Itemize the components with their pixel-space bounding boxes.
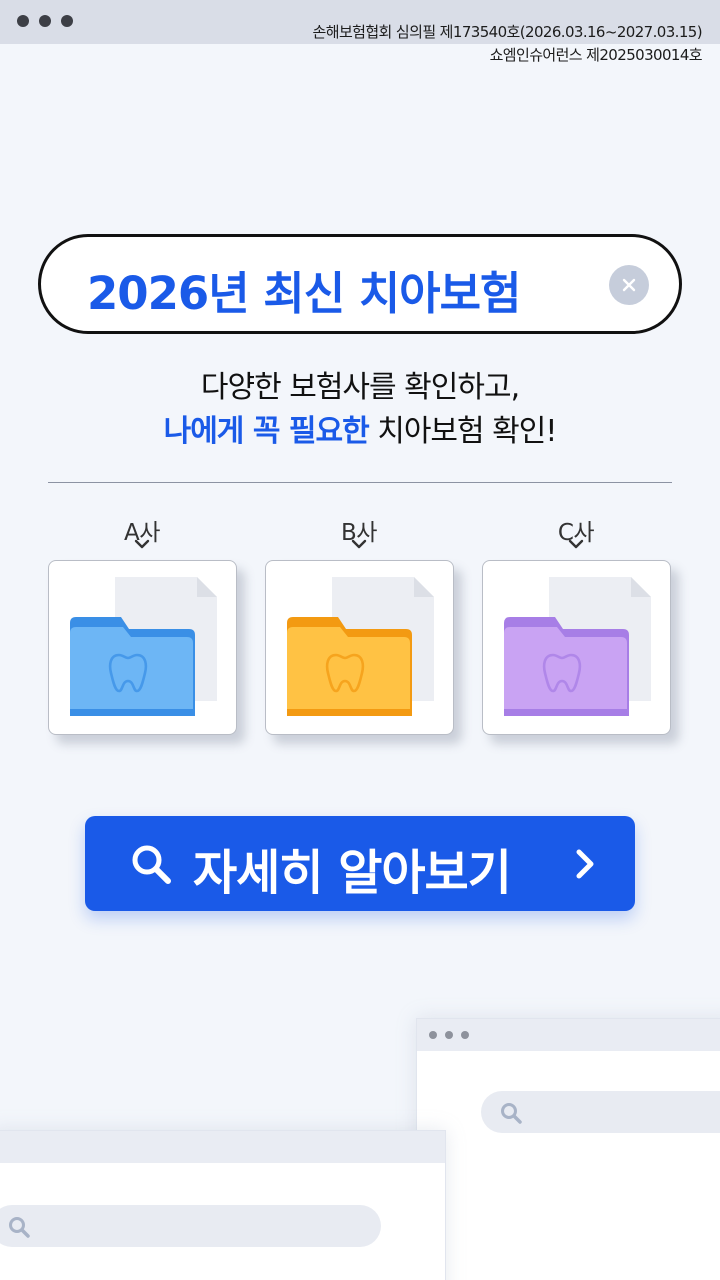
legal-notice: 손해보험협회 심의필 제173540호(2026.03.16~2027.03.1… <box>312 21 703 67</box>
legal-notice-line: 손해보험협회 심의필 제173540호(2026.03.16~2027.03.1… <box>312 23 703 41</box>
search-icon <box>501 1103 522 1124</box>
window-dot-icon <box>461 1031 469 1039</box>
headline-rest: 치아보험 확인! <box>368 414 557 449</box>
search-query[interactable]: 2026년 최신 치아보험 <box>87 257 521 322</box>
window-dot-icon <box>445 1031 453 1039</box>
tooth-folder-icon <box>70 577 217 716</box>
tooth-folder-icon <box>287 577 434 716</box>
decorative-browser-window <box>416 1018 720 1280</box>
window-dot-icon[interactable] <box>39 15 51 27</box>
headline: 다양한 보험사를 확인하고, 나에게 꼭 필요한 치아보험 확인! <box>0 368 720 452</box>
search-icon <box>132 845 171 884</box>
chevron-down-icon <box>568 539 584 549</box>
insurer-card[interactable] <box>482 560 671 735</box>
chevron-down-icon <box>134 539 150 549</box>
headline-highlight: 나에게 꼭 필요한 <box>163 414 370 449</box>
window-controls <box>17 15 73 27</box>
tooth-folder-icon <box>504 577 651 716</box>
insurer-label: B사 <box>299 513 419 549</box>
window-dot-icon <box>429 1031 437 1039</box>
insurer-label: C사 <box>516 513 636 549</box>
insurer-label: A사 <box>82 513 202 549</box>
headline-line1: 다양한 보험사를 확인하고, <box>200 370 520 405</box>
legal-notice-line: 쇼엠인슈어런스 제2025030014호 <box>489 46 703 64</box>
chevron-down-icon <box>351 539 367 549</box>
mini-search-bar <box>481 1091 720 1133</box>
insurer-card[interactable] <box>265 560 454 735</box>
mini-window-controls <box>429 1031 469 1039</box>
headline-line2: 나에게 꼭 필요한 치아보험 확인! <box>0 412 720 452</box>
search-icon <box>9 1217 30 1238</box>
mini-title-bar <box>0 1131 445 1163</box>
mini-search-bar <box>0 1205 381 1247</box>
learn-more-label: 자세히 알아보기 <box>193 845 512 901</box>
decorative-browser-window <box>0 1130 446 1280</box>
learn-more-button[interactable]: 자세히 알아보기 <box>85 816 635 911</box>
window-dot-icon[interactable] <box>61 15 73 27</box>
search-bar[interactable]: 2026년 최신 치아보험 <box>38 234 682 334</box>
insurer-card[interactable] <box>48 560 237 735</box>
window-dot-icon[interactable] <box>17 15 29 27</box>
close-icon[interactable] <box>609 265 649 305</box>
chevron-right-icon <box>576 849 594 879</box>
divider <box>48 482 672 483</box>
